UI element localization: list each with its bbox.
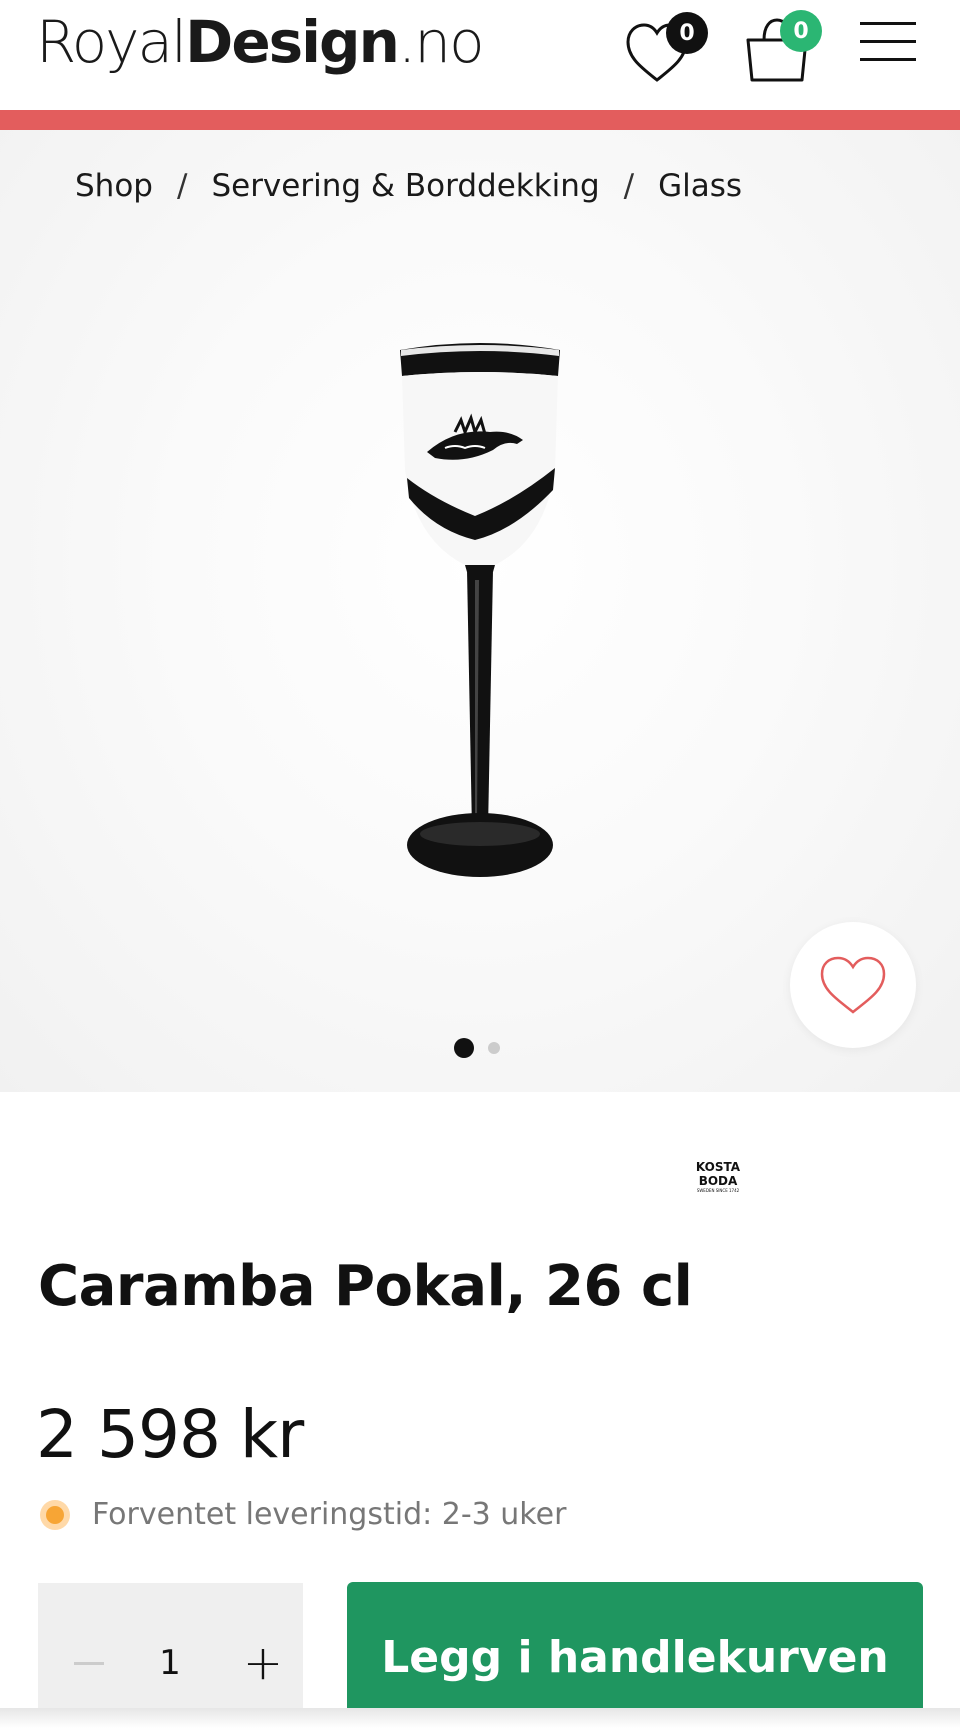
gallery-pagination	[454, 1038, 500, 1058]
decrease-quantity-button[interactable]	[66, 1633, 112, 1693]
brand-logo[interactable]: KOSTA BODA SWEDEN SINCE 1742	[690, 1160, 746, 1194]
increase-quantity-button[interactable]: +	[238, 1633, 288, 1693]
status-dot-icon	[40, 1499, 70, 1530]
site-header: RoyalDesign.no 0 0	[0, 0, 960, 110]
bottom-divider	[0, 1708, 960, 1728]
wishlist-button[interactable]: 0	[622, 10, 712, 82]
menu-button[interactable]	[858, 18, 918, 66]
accent-bar	[0, 110, 960, 130]
quantity-stepper: 1 +	[38, 1583, 303, 1728]
breadcrumb-separator: /	[176, 168, 188, 204]
delivery-text: Forventet leveringstid: 2-3 uker	[92, 1497, 567, 1532]
quantity-value[interactable]: 1	[148, 1633, 192, 1693]
add-to-wishlist-button[interactable]	[790, 922, 916, 1048]
breadcrumb: Shop / Servering & Borddekking / Glass	[75, 168, 742, 204]
cart-count-badge: 0	[780, 10, 822, 52]
product-price: 2 598 kr	[36, 1396, 304, 1473]
gallery-dot[interactable]	[488, 1042, 500, 1054]
hamburger-menu-icon	[860, 22, 916, 61]
add-to-cart-button[interactable]: Legg i handlekurven	[347, 1582, 923, 1728]
heart-outline-icon	[820, 956, 886, 1014]
breadcrumb-item-glass[interactable]: Glass	[658, 168, 742, 204]
gallery-dot-active[interactable]	[454, 1038, 474, 1058]
wishlist-count-badge: 0	[666, 12, 708, 54]
breadcrumb-separator: /	[623, 168, 635, 204]
minus-icon	[74, 1661, 104, 1665]
product-title: Caramba Pokal, 26 cl	[38, 1254, 693, 1319]
site-logo[interactable]: RoyalDesign.no	[36, 8, 485, 76]
cart-button[interactable]: 0	[740, 8, 830, 83]
delivery-status: Forventet leveringstid: 2-3 uker	[40, 1497, 566, 1532]
product-image	[400, 343, 560, 877]
product-gallery[interactable]: Shop / Servering & Borddekking / Glass	[0, 130, 960, 1092]
breadcrumb-item-servering[interactable]: Servering & Borddekking	[211, 168, 599, 204]
breadcrumb-item-shop[interactable]: Shop	[75, 168, 153, 204]
